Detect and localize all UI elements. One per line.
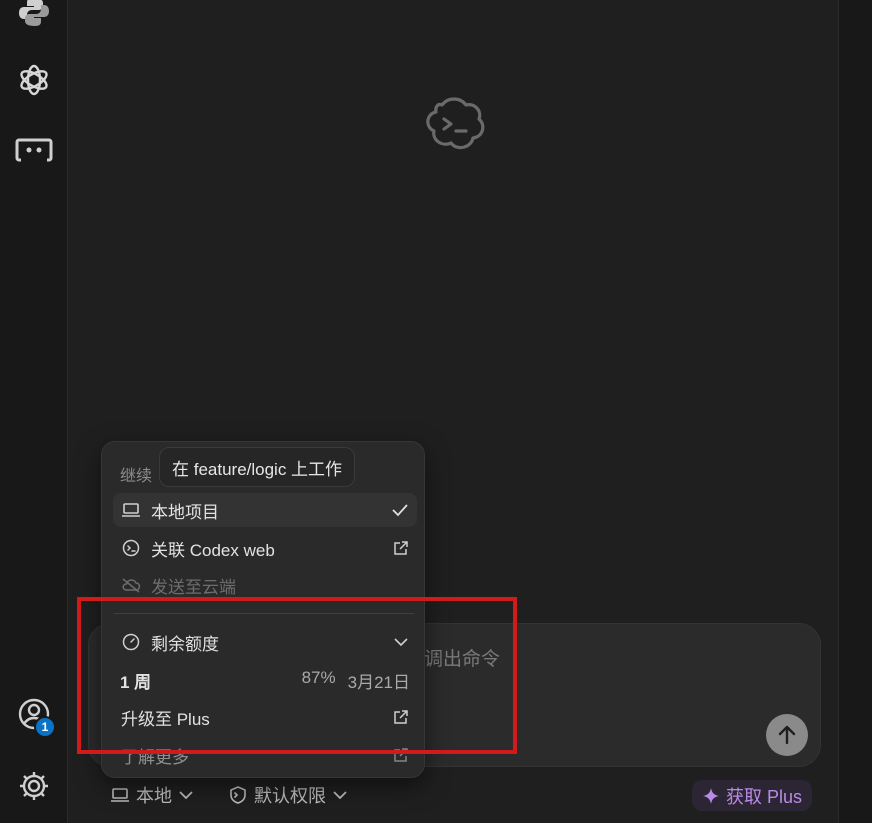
remaining-quota-toggle[interactable]: 剩余额度 [113, 625, 417, 659]
activity-bar: 1 [0, 0, 68, 823]
checkmark-icon [391, 503, 409, 517]
laptop-icon [111, 788, 129, 802]
menu-divider [114, 613, 414, 614]
external-link-icon [393, 709, 409, 725]
chevron-down-icon [179, 791, 193, 800]
laptop-icon [121, 500, 141, 520]
permission-selector[interactable]: 默认权限 [218, 779, 358, 811]
get-plus-button[interactable]: 获取 Plus [692, 780, 813, 811]
learn-more-label: 了解更多 [121, 747, 189, 767]
usage-period: 1 周 [120, 672, 152, 692]
menu-item-link-codex-web[interactable]: 关联 Codex web [113, 531, 417, 565]
get-plus-label: 获取 Plus [726, 786, 803, 807]
menu-item-label: 发送至云端 [151, 577, 236, 597]
send-button[interactable] [766, 714, 808, 756]
openai-icon[interactable] [14, 60, 54, 100]
chevron-down-icon [333, 791, 347, 800]
quota-title: 剩余额度 [151, 634, 219, 654]
branch-tooltip: 在 feature/logic 上工作 [159, 447, 356, 487]
codex-logo-icon [422, 95, 486, 157]
menu-item-label: 关联 Codex web [151, 540, 275, 560]
upgrade-label: 升级至 Plus [121, 709, 210, 729]
menu-header: 继续 [120, 468, 153, 485]
learn-more-item[interactable]: 了解更多 [113, 738, 417, 772]
permission-label: 默认权限 [254, 786, 326, 806]
external-link-icon [393, 540, 409, 556]
environment-label: 本地 [136, 786, 172, 806]
gauge-icon [121, 632, 141, 652]
secondary-sidebar-edge [838, 0, 872, 823]
usage-reset-date: 3月21日 [347, 672, 410, 692]
usage-percent: 87% [301, 667, 336, 687]
chevron-down-icon [393, 637, 409, 647]
remote-explorer-icon[interactable] [14, 131, 54, 171]
sparkle-icon [703, 787, 719, 804]
composer-placeholder: 调出命令 [424, 649, 501, 670]
settings-gear-icon[interactable] [14, 766, 54, 806]
python-icon[interactable] [14, 0, 54, 32]
cloud-off-icon [121, 575, 141, 595]
accounts-badge: 1 [34, 716, 56, 738]
external-link-icon [393, 747, 409, 763]
shield-icon [230, 786, 246, 804]
environment-selector[interactable]: 本地 [100, 779, 204, 811]
menu-item-label: 本地项目 [151, 502, 219, 522]
upgrade-plus-item[interactable]: 升级至 Plus [113, 700, 417, 734]
menu-item-local-project[interactable]: 本地项目 [113, 493, 417, 527]
codex-icon [121, 538, 141, 558]
weekly-usage-row: 1 周 87% 3月21日 [120, 666, 410, 694]
environment-menu: 继续 本地项目 关联 Codex web 发送至云端 剩余额度 1 周 87% … [101, 441, 425, 778]
menu-item-send-to-cloud: 发送至云端 [113, 568, 417, 602]
arrow-up-icon [778, 725, 796, 745]
